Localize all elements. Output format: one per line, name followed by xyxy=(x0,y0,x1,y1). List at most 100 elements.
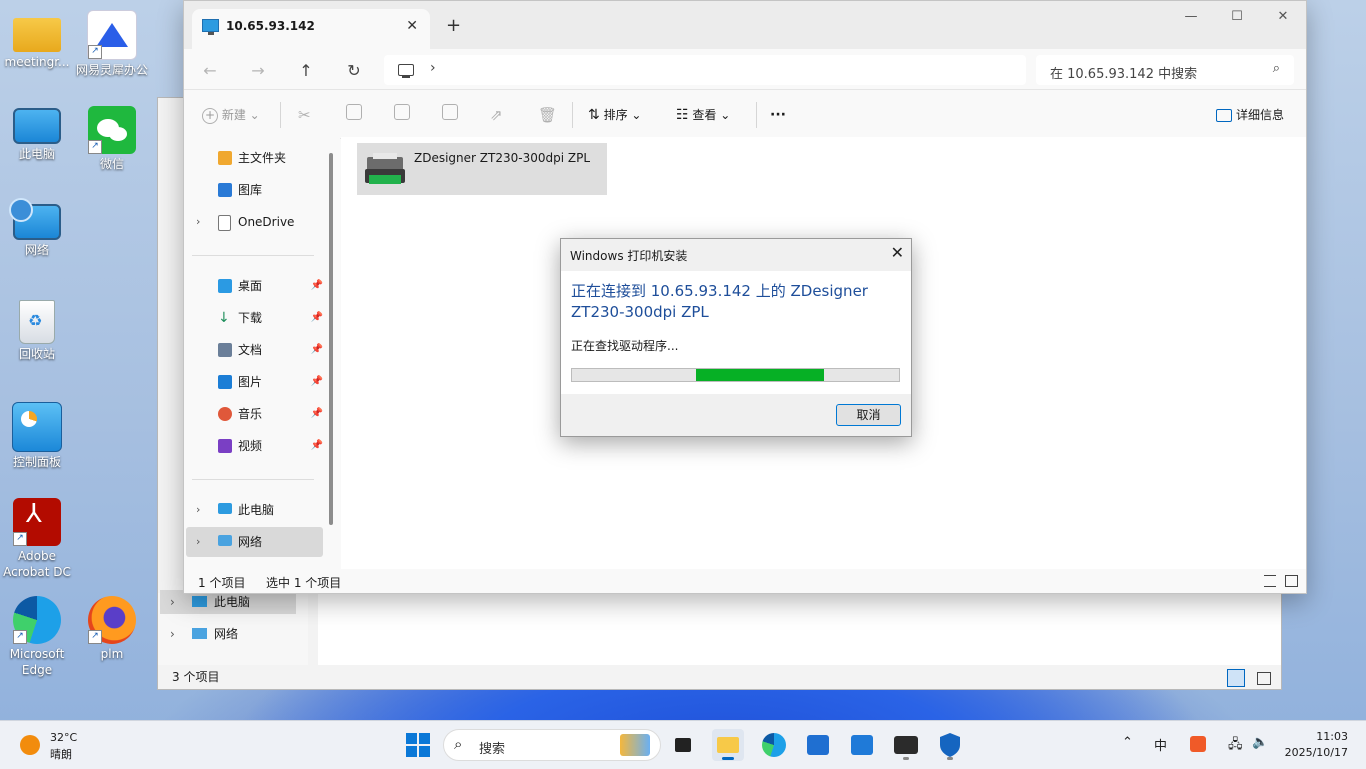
details-view-icon[interactable] xyxy=(1264,575,1276,587)
taskbar-file-explorer[interactable] xyxy=(712,729,744,761)
taskbar-search-input[interactable]: ⌕ 搜索 xyxy=(443,729,661,761)
chevron-right-icon[interactable]: › xyxy=(196,207,200,237)
folder-icon xyxy=(717,737,739,753)
pin-icon[interactable]: 📌 xyxy=(311,335,323,365)
desktop-icon-control-panel[interactable]: 控制面板 xyxy=(0,402,74,470)
taskbar-edge[interactable] xyxy=(758,729,790,761)
rename-button[interactable] xyxy=(442,104,458,126)
progress-bar-fill xyxy=(696,369,824,381)
tab-current[interactable]: 10.65.93.142 ✕ xyxy=(192,9,430,49)
desktop-icon-wechat[interactable]: ↗ 微信 xyxy=(75,106,149,172)
more-options-button[interactable]: ··· xyxy=(770,104,786,126)
system-clock[interactable]: 11:03 2025/10/17 xyxy=(1285,729,1348,761)
taskbar-outlook[interactable] xyxy=(846,729,878,761)
nav-item-documents[interactable]: 文档 📌 xyxy=(186,335,323,365)
chevron-right-icon[interactable]: › xyxy=(430,60,436,76)
nav-divider xyxy=(192,479,314,480)
close-tab-icon[interactable]: ✕ xyxy=(406,18,418,34)
taskbar-store[interactable] xyxy=(802,729,834,761)
file-item-printer[interactable]: ZDesigner ZT230-300dpi ZPL xyxy=(357,143,607,195)
desktop-icon-network[interactable]: 网络 xyxy=(0,198,74,258)
tiles-view-icon[interactable] xyxy=(1285,575,1298,587)
pin-icon[interactable]: 📌 xyxy=(311,303,323,333)
nav-item-onedrive[interactable]: › OneDrive xyxy=(186,207,323,237)
close-icon[interactable]: ✕ xyxy=(891,243,904,262)
details-view-icon[interactable] xyxy=(1227,669,1245,687)
up-button[interactable]: ↑ xyxy=(292,57,320,85)
search-input[interactable]: 在 10.65.93.142 中搜索 ⌕ xyxy=(1036,55,1294,85)
task-view-icon xyxy=(675,738,691,752)
new-tab-button[interactable]: + xyxy=(446,15,461,36)
nav-item-gallery[interactable]: 图库 xyxy=(186,175,323,205)
nav-item-downloads[interactable]: ↓ 下载 📌 xyxy=(186,303,323,333)
folder-icon xyxy=(13,18,61,52)
minimize-button[interactable]: — xyxy=(1168,5,1214,29)
nav-item-music[interactable]: 音乐 📌 xyxy=(186,399,323,429)
view-button[interactable]: ☷ 查看 ⌄ xyxy=(676,104,730,126)
task-view-button[interactable] xyxy=(668,729,700,761)
document-icon xyxy=(218,215,231,231)
close-window-button[interactable]: ✕ xyxy=(1260,5,1306,29)
nav-item-label: 此电脑 xyxy=(238,503,275,517)
network-icon xyxy=(9,198,61,240)
clock-time: 11:03 xyxy=(1316,730,1348,743)
new-button[interactable]: + 新建 ⌄ xyxy=(202,104,260,126)
network-tray-icon[interactable]: 🖧 xyxy=(1228,735,1243,757)
desktop-icon-lingxi[interactable]: ↗ 网易灵犀办公 xyxy=(75,10,149,78)
copy-button[interactable] xyxy=(346,104,362,126)
view-icon: ☷ xyxy=(676,107,689,123)
start-button[interactable] xyxy=(402,729,434,761)
sort-button[interactable]: ⇅ 排序 ⌄ xyxy=(588,104,641,126)
delete-button[interactable]: 🗑 xyxy=(538,104,557,126)
copy-icon xyxy=(346,104,362,120)
paste-button[interactable] xyxy=(394,104,410,126)
navigation-pane: 主文件夹 图库 › OneDrive 桌面 📌 ↓ 下载 📌 文档 📌 图片 📌… xyxy=(184,137,340,569)
nav-item-desktop[interactable]: 桌面 📌 xyxy=(186,271,323,301)
running-indicator xyxy=(947,757,953,760)
share-button[interactable]: ⇗ xyxy=(490,104,503,126)
address-input[interactable]: › xyxy=(384,55,1026,85)
desktop-icon-plm[interactable]: ↗ plm xyxy=(75,596,149,662)
desktop-icon-meeting-folder[interactable]: meetingr... xyxy=(0,10,74,70)
command-bar: + 新建 ⌄ ✂ ⇗ 🗑 ⇅ 排序 ⌄ ☷ 查看 ⌄ ··· 详细信息 xyxy=(184,90,1306,139)
nav-item-this-pc[interactable]: › 此电脑 xyxy=(186,495,323,525)
back-nav-network[interactable]: › 网络 xyxy=(160,622,296,646)
details-pane-button[interactable]: 详细信息 xyxy=(1216,104,1284,126)
sogou-ime-icon[interactable] xyxy=(1190,736,1206,752)
chevron-right-icon[interactable]: › xyxy=(196,527,200,557)
nav-item-network[interactable]: › 网络 xyxy=(186,527,323,557)
maximize-button[interactable]: ☐ xyxy=(1214,5,1260,29)
status-selected-count: 选中 1 个项目 xyxy=(266,576,342,590)
nav-item-videos[interactable]: 视频 📌 xyxy=(186,431,323,461)
cut-button[interactable]: ✂ xyxy=(298,104,311,126)
tiles-view-icon[interactable] xyxy=(1257,672,1271,685)
pin-icon[interactable]: 📌 xyxy=(311,367,323,397)
taskbar-security[interactable] xyxy=(934,729,966,761)
shortcut-arrow-icon: ↗ xyxy=(88,140,102,154)
chevron-right-icon[interactable]: › xyxy=(196,495,200,525)
video-icon xyxy=(218,439,232,453)
pin-icon[interactable]: 📌 xyxy=(311,431,323,461)
nav-item-pictures[interactable]: 图片 📌 xyxy=(186,367,323,397)
pin-icon[interactable]: 📌 xyxy=(311,271,323,301)
computer-icon xyxy=(398,64,414,78)
desktop-icon-label: meetingr... xyxy=(4,55,70,69)
volume-icon[interactable]: 🔈 xyxy=(1252,735,1268,750)
progress-bar xyxy=(571,368,900,382)
desktop-icon-recycle-bin[interactable]: ♻ 回收站 xyxy=(0,300,74,362)
forward-button[interactable]: → xyxy=(244,57,272,85)
back-button[interactable]: ← xyxy=(196,57,224,85)
pin-icon[interactable]: 📌 xyxy=(311,399,323,429)
nav-scrollbar[interactable] xyxy=(329,153,333,525)
desktop-icon-acrobat[interactable]: ⅄ ↗ Adobe Acrobat DC xyxy=(0,498,74,580)
ime-indicator[interactable]: 中 xyxy=(1154,735,1167,754)
chevron-up-icon[interactable]: ⌃ xyxy=(1122,735,1133,750)
taskbar-terminal[interactable] xyxy=(890,729,922,761)
cancel-button[interactable]: 取消 xyxy=(836,404,901,426)
refresh-button[interactable]: ↻ xyxy=(340,57,368,85)
desktop-icon-this-pc[interactable]: 此电脑 xyxy=(0,108,74,162)
search-placeholder: 在 10.65.93.142 中搜索 xyxy=(1050,67,1198,82)
nav-item-home[interactable]: 主文件夹 xyxy=(186,143,323,173)
printer-install-dialog[interactable]: Windows 打印机安装 ✕ 正在连接到 10.65.93.142 上的 ZD… xyxy=(560,238,912,437)
desktop-icon-edge[interactable]: ↗ Microsoft Edge xyxy=(0,596,74,678)
